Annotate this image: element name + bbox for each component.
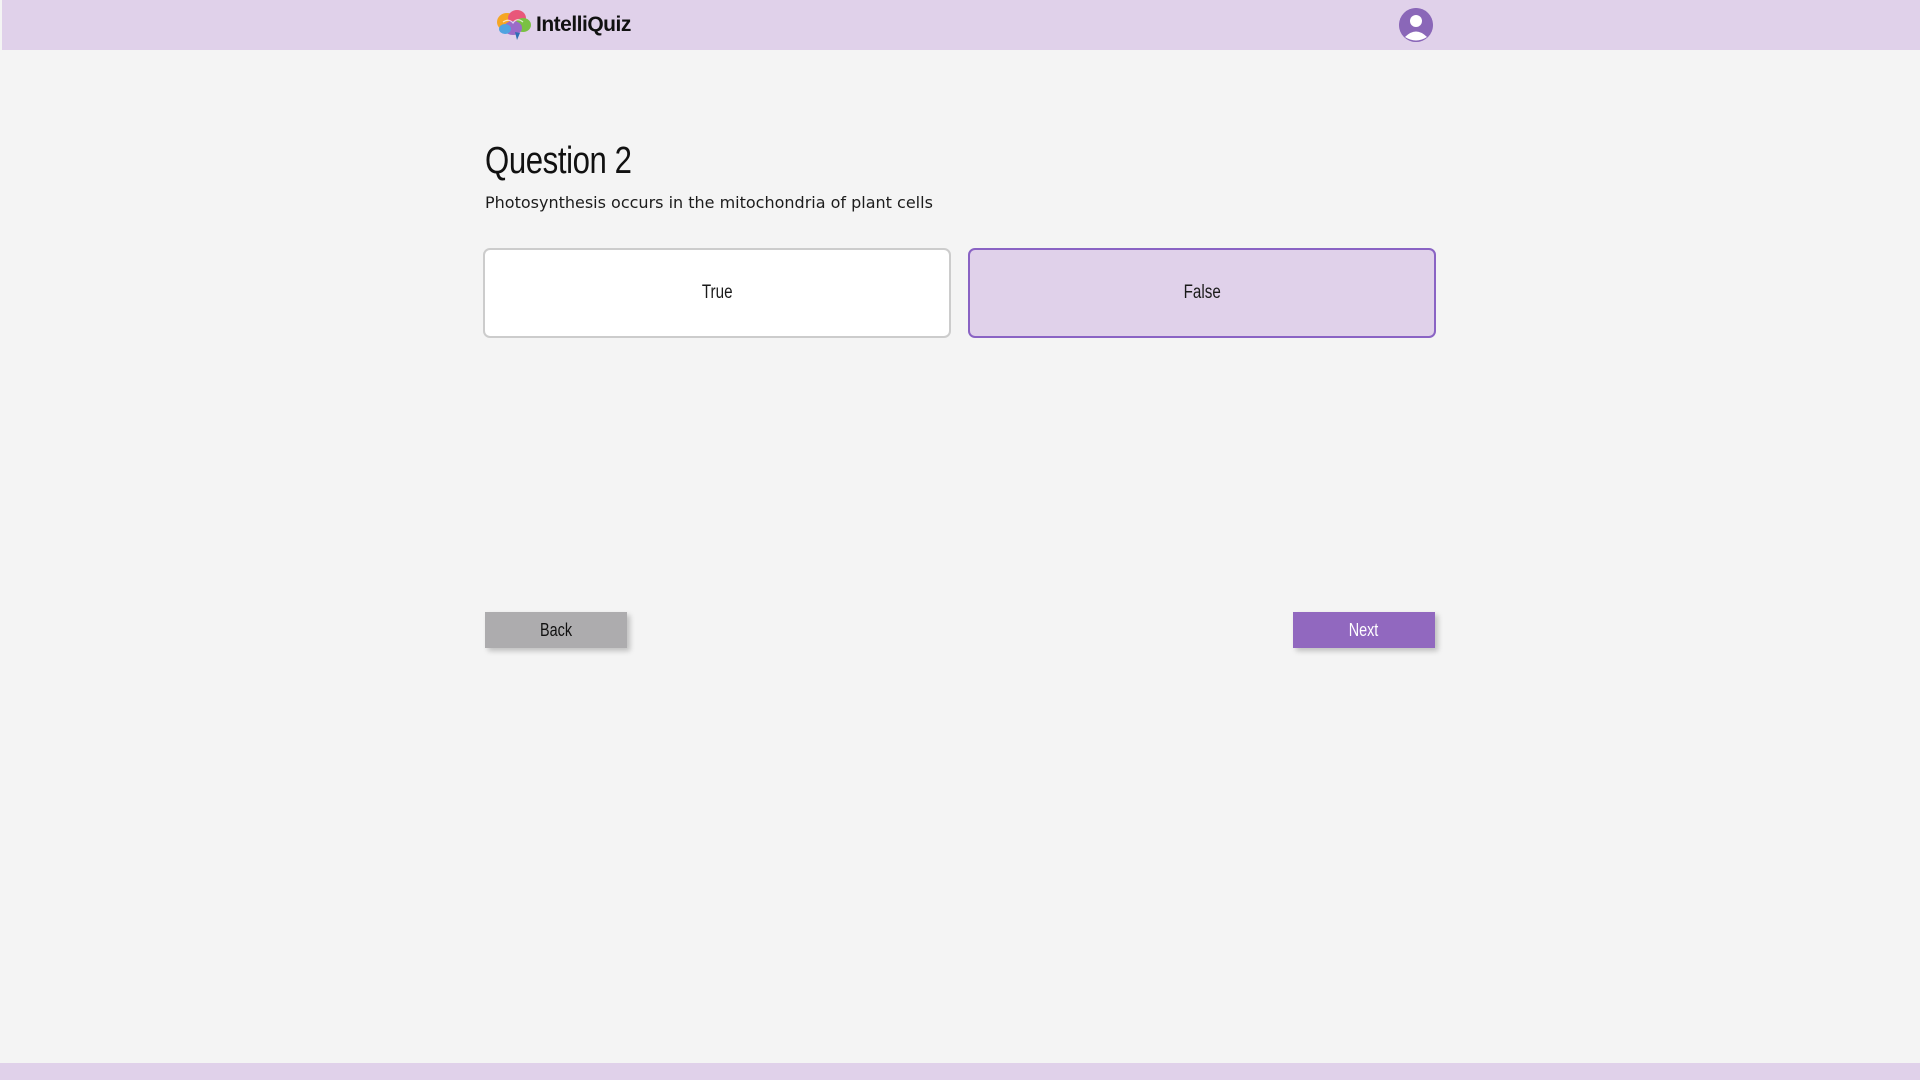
next-button-label: Next (1349, 619, 1379, 640)
question-title: Question 2 (485, 140, 632, 182)
next-button[interactable]: Next (1293, 612, 1435, 648)
brand[interactable]: IntelliQuiz (495, 8, 631, 42)
user-avatar-icon[interactable] (1399, 8, 1433, 42)
option-label: False (1183, 282, 1221, 303)
footer-bar (0, 1063, 1920, 1080)
option-true-button[interactable]: True (483, 248, 951, 338)
option-false-button[interactable]: False (968, 248, 1436, 338)
option-label: True (701, 282, 733, 303)
answer-options: True False (483, 248, 1437, 338)
brain-logo-icon (495, 8, 533, 42)
back-button-label: Back (539, 619, 573, 640)
top-navbar: IntelliQuiz (2, 0, 1920, 50)
question-text: Photosynthesis occurs in the mitochondri… (485, 193, 933, 212)
question-section: Question 2 Photosynthesis occurs in the … (485, 140, 1437, 212)
back-button[interactable]: Back (485, 612, 627, 648)
brand-name: IntelliQuiz (536, 13, 631, 36)
